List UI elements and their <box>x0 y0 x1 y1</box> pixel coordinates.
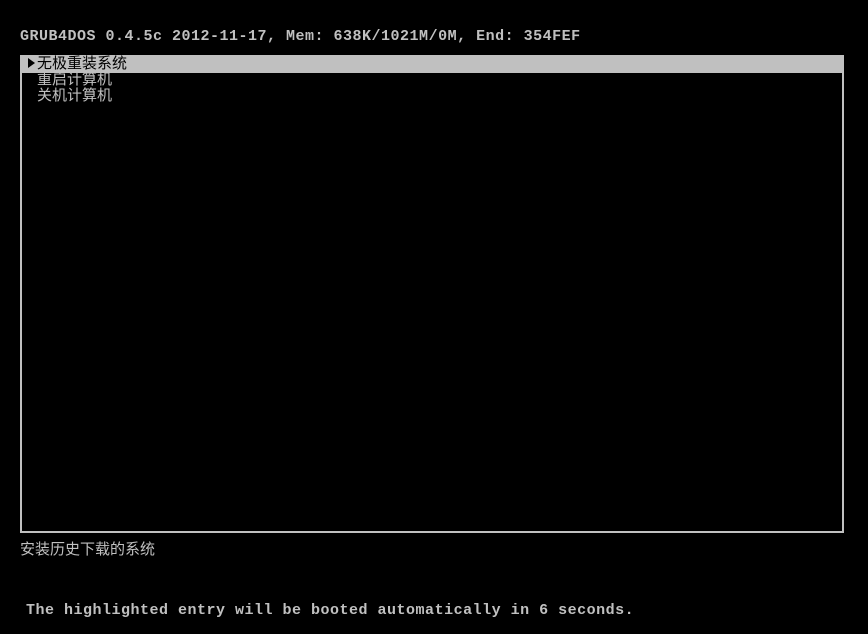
menu-item-shutdown[interactable]: 关机计算机 <box>22 89 842 105</box>
selection-cursor-icon <box>28 90 35 100</box>
menu-item-reinstall[interactable]: 无极重装系统 <box>22 57 842 73</box>
menu-item-label: 重启计算机 <box>37 72 112 89</box>
selection-cursor-icon <box>28 74 35 84</box>
autoboot-message: The highlighted entry will be booted aut… <box>26 602 634 619</box>
boot-menu-box: 无极重装系统 重启计算机 关机计算机 <box>20 55 844 533</box>
menu-item-label: 无极重装系统 <box>37 56 127 73</box>
selection-cursor-icon <box>28 58 35 68</box>
menu-item-reboot[interactable]: 重启计算机 <box>22 73 842 89</box>
grub-header: GRUB4DOS 0.4.5c 2012-11-17, Mem: 638K/10… <box>0 0 868 45</box>
menu-item-label: 关机计算机 <box>37 88 112 105</box>
menu-description: 安装历史下载的系统 <box>20 538 155 559</box>
